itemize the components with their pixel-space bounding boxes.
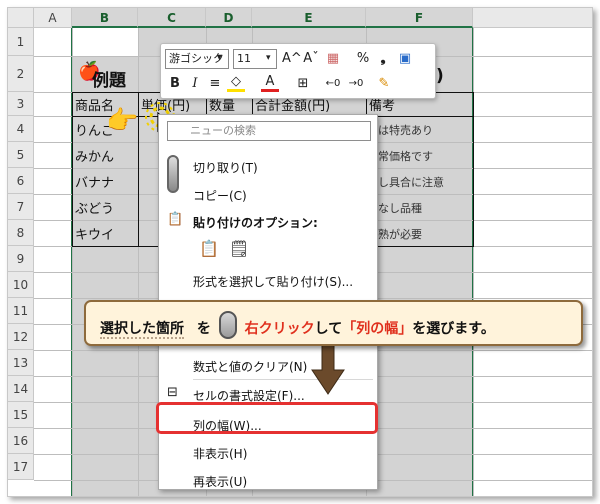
format-cells-icon: ⊟ <box>167 385 178 400</box>
row-header-10[interactable]: 10 <box>8 272 34 298</box>
callout-particle-2: して <box>314 321 343 337</box>
menu-search-input[interactable]: ニューの検索 <box>167 121 371 141</box>
mini-toolbar: 游ゴシック ▾ 11 ▾ A^ Aˇ ▦ % ❟ ▣ B I ≡ ◇ A ⊞ ←… <box>160 43 436 99</box>
increase-font-icon[interactable]: A^ <box>282 49 302 69</box>
callout-column-width: 「列の幅」 <box>342 321 413 337</box>
align-center-icon[interactable]: ≡ <box>206 74 224 94</box>
paste-values-icon[interactable]: 🗒 <box>229 239 249 258</box>
format-painter-icon[interactable]: ✎ <box>375 74 393 94</box>
column-width-highlight <box>156 402 378 434</box>
row-header-9[interactable]: 9 <box>8 246 34 272</box>
font-color-icon[interactable]: A <box>261 74 279 92</box>
active-cell-b1[interactable] <box>72 28 138 56</box>
callout-selected-range: 選択した箇所 <box>100 321 184 339</box>
row-header-8[interactable]: 8 <box>8 220 34 246</box>
row-header-2[interactable]: 2 <box>8 56 34 92</box>
row-header-16[interactable]: 16 <box>8 428 34 454</box>
decrease-font-icon[interactable]: Aˇ <box>302 49 320 69</box>
select-all-corner[interactable] <box>8 8 34 28</box>
paste-icon[interactable]: 📋 <box>199 239 219 258</box>
callout-right-click: 右クリック <box>244 321 315 337</box>
column-header-e[interactable]: E <box>252 8 366 28</box>
menu-item-clear[interactable]: 数式と値のクリア(N) <box>193 358 307 375</box>
row-header-14[interactable]: 14 <box>8 376 34 402</box>
row-header-1[interactable]: 1 <box>8 28 34 56</box>
row-header-3[interactable]: 3 <box>8 92 34 116</box>
clipboard-icon: 📋 <box>167 212 184 227</box>
column-header-c[interactable]: C <box>138 8 206 28</box>
item-name: バナナ <box>75 176 115 191</box>
row-header-11[interactable]: 11 <box>8 298 34 324</box>
item-name: みかん <box>75 150 115 165</box>
instruction-callout: 選択した箇所 を 右クリックして「列の幅」を選びます。 <box>84 300 583 346</box>
item-name: ぶどう <box>75 202 115 217</box>
column-header-b[interactable]: B <box>72 8 138 28</box>
comma-style-icon[interactable]: ❟ <box>374 49 392 69</box>
menu-item-paste-options: 貼り付けのオプション: <box>193 216 318 230</box>
pointing-hand-icon: 👉 <box>106 106 139 136</box>
row-header-7[interactable]: 7 <box>8 194 34 220</box>
menu-item-paste-special[interactable]: 形式を選択して貼り付け(S)... <box>193 273 353 290</box>
row-header-13[interactable]: 13 <box>8 350 34 376</box>
sheet-title: 例題 <box>92 71 126 91</box>
item-note: 熟が必要 <box>378 228 422 241</box>
down-arrow-icon <box>311 338 345 395</box>
item-note: なし品種 <box>378 202 422 215</box>
chevron-down-icon[interactable]: ▾ <box>266 53 271 63</box>
mouse-icon <box>218 311 237 339</box>
format-table-icon[interactable]: ▣ <box>396 49 414 69</box>
row-header-12[interactable]: 12 <box>8 324 34 350</box>
spreadsheet-window: A B C D E F 1 2 3 4 5 6 7 8 9 10 11 12 1… <box>7 7 593 497</box>
fill-color-icon[interactable]: ◇ <box>227 74 245 92</box>
menu-item-copy[interactable]: コピー(C) <box>193 187 247 204</box>
row-header-5[interactable]: 5 <box>8 142 34 168</box>
item-name: キウイ <box>75 228 115 243</box>
column-header-a[interactable]: A <box>34 8 72 28</box>
callout-tail: を選びます。 <box>412 321 495 337</box>
item-note: 常価格です <box>378 150 433 163</box>
column-header-d[interactable]: D <box>206 8 252 28</box>
borders-icon[interactable]: ⊞ <box>294 74 312 94</box>
mouse-icon <box>167 155 179 197</box>
decrease-decimal-icon[interactable]: →0 <box>347 74 365 94</box>
column-header-blank <box>473 8 592 28</box>
row-header-17[interactable]: 17 <box>8 454 34 480</box>
column-header-f[interactable]: F <box>366 8 473 28</box>
increase-decimal-icon[interactable]: ←0 <box>324 74 342 94</box>
item-note: し具合に注意 <box>378 176 444 189</box>
row-header-15[interactable]: 15 <box>8 402 34 428</box>
menu-item-unhide[interactable]: 再表示(U) <box>193 473 247 490</box>
percent-icon[interactable]: % <box>354 49 372 69</box>
menu-item-cut[interactable]: 切り取り(T) <box>193 159 258 176</box>
row-header-6[interactable]: 6 <box>8 168 34 194</box>
chevron-down-icon[interactable]: ▾ <box>217 53 222 63</box>
item-note: は特売あり <box>378 124 433 137</box>
sheet-title-tail: ) <box>436 66 444 86</box>
italic-icon[interactable]: I <box>186 74 204 94</box>
row-header-4[interactable]: 4 <box>8 116 34 142</box>
callout-particle: を <box>196 321 211 337</box>
number-format-icon[interactable]: ▦ <box>324 49 342 69</box>
menu-item-hide[interactable]: 非表示(H) <box>193 445 247 462</box>
bold-icon[interactable]: B <box>166 74 184 94</box>
